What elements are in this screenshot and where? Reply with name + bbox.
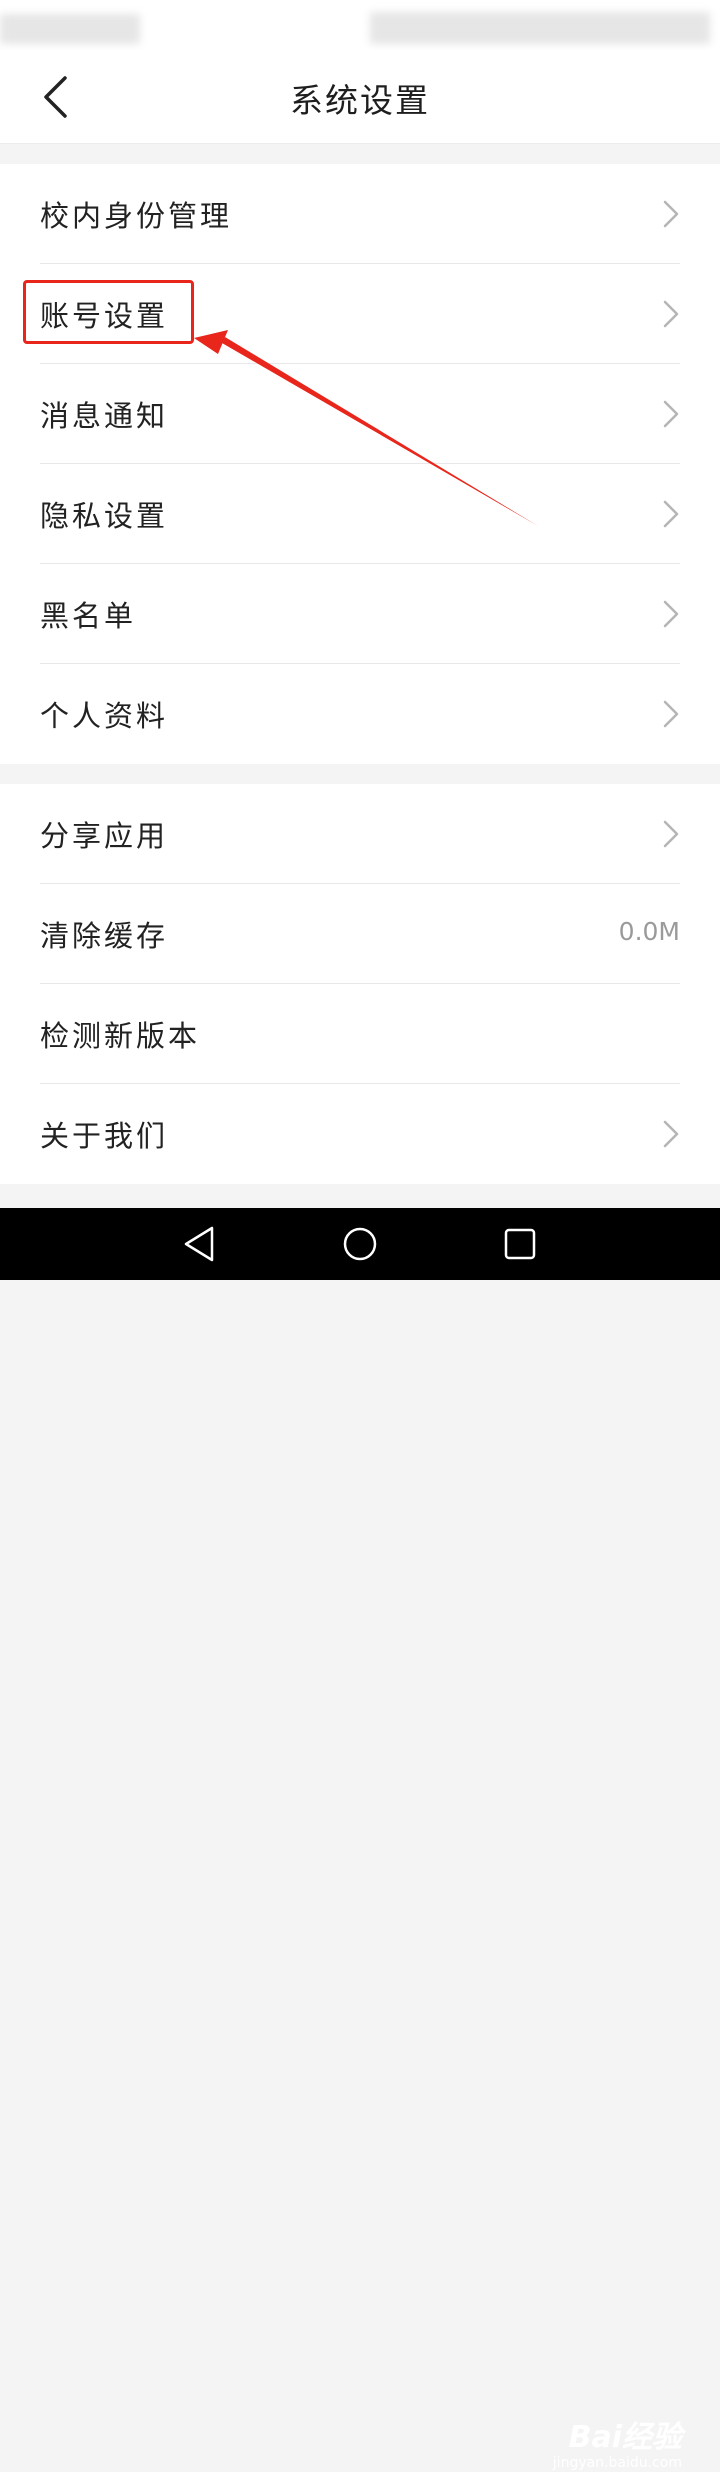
chevron-right-icon xyxy=(663,300,679,328)
status-bar-right-blurred xyxy=(370,12,710,44)
chevron-right-icon xyxy=(663,700,679,728)
settings-group-app: 分享应用 清除缓存 0.0M 检测新版本 关于我们 xyxy=(0,784,720,1184)
settings-item-blacklist[interactable]: 黑名单 xyxy=(40,564,680,664)
nav-home-icon[interactable] xyxy=(338,1222,382,1266)
settings-item-about-us[interactable]: 关于我们 xyxy=(40,1084,680,1184)
chevron-right-icon xyxy=(663,200,679,228)
settings-item-label: 消息通知 xyxy=(40,399,169,433)
nav-recents-icon[interactable] xyxy=(498,1222,542,1266)
settings-item-campus-identity[interactable]: 校内身份管理 xyxy=(40,164,680,264)
baidu-jingyan-watermark: Bai经验 jingyan.baidu.com xyxy=(553,2422,682,2472)
annotation-highlight-box xyxy=(23,280,194,344)
settings-item-label: 个人资料 xyxy=(40,699,169,733)
settings-item-label: 隐私设置 xyxy=(40,499,169,533)
top-app-bar: 系统设置 xyxy=(0,50,720,144)
chevron-right-icon xyxy=(663,820,679,848)
settings-item-clear-cache[interactable]: 清除缓存 0.0M xyxy=(40,884,680,984)
settings-item-label: 检测新版本 xyxy=(40,1019,201,1053)
settings-item-profile[interactable]: 个人资料 xyxy=(40,664,680,764)
chevron-right-icon xyxy=(663,1120,679,1148)
system-navigation-bar: Bai经验 jingyan.baidu.com xyxy=(0,1208,720,2471)
settings-item-share-app[interactable]: 分享应用 xyxy=(40,784,680,884)
chevron-right-icon xyxy=(663,400,679,428)
status-bar-left-blurred xyxy=(0,14,140,44)
status-bar xyxy=(0,0,720,50)
settings-item-label: 校内身份管理 xyxy=(40,199,233,233)
settings-item-check-update[interactable]: 检测新版本 xyxy=(40,984,680,1084)
settings-item-label: 黑名单 xyxy=(40,599,137,633)
page-title: 系统设置 xyxy=(290,81,430,120)
settings-item-label: 清除缓存 xyxy=(40,919,169,953)
chevron-right-icon xyxy=(663,500,679,528)
settings-item-label: 关于我们 xyxy=(40,1119,169,1153)
settings-group-account: 校内身份管理 账号设置 消息通知 隐私设置 黑名单 个人资料 xyxy=(0,164,720,764)
settings-item-privacy[interactable]: 隐私设置 xyxy=(40,464,680,564)
chevron-right-icon xyxy=(663,600,679,628)
cache-size-value: 0.0M xyxy=(618,917,680,946)
settings-item-label: 分享应用 xyxy=(40,819,169,853)
watermark-url: jingyan.baidu.com xyxy=(552,2455,682,2471)
settings-item-notifications[interactable]: 消息通知 xyxy=(40,364,680,464)
watermark-logo: Bai经验 xyxy=(568,2420,682,2455)
nav-back-icon[interactable] xyxy=(178,1222,222,1266)
